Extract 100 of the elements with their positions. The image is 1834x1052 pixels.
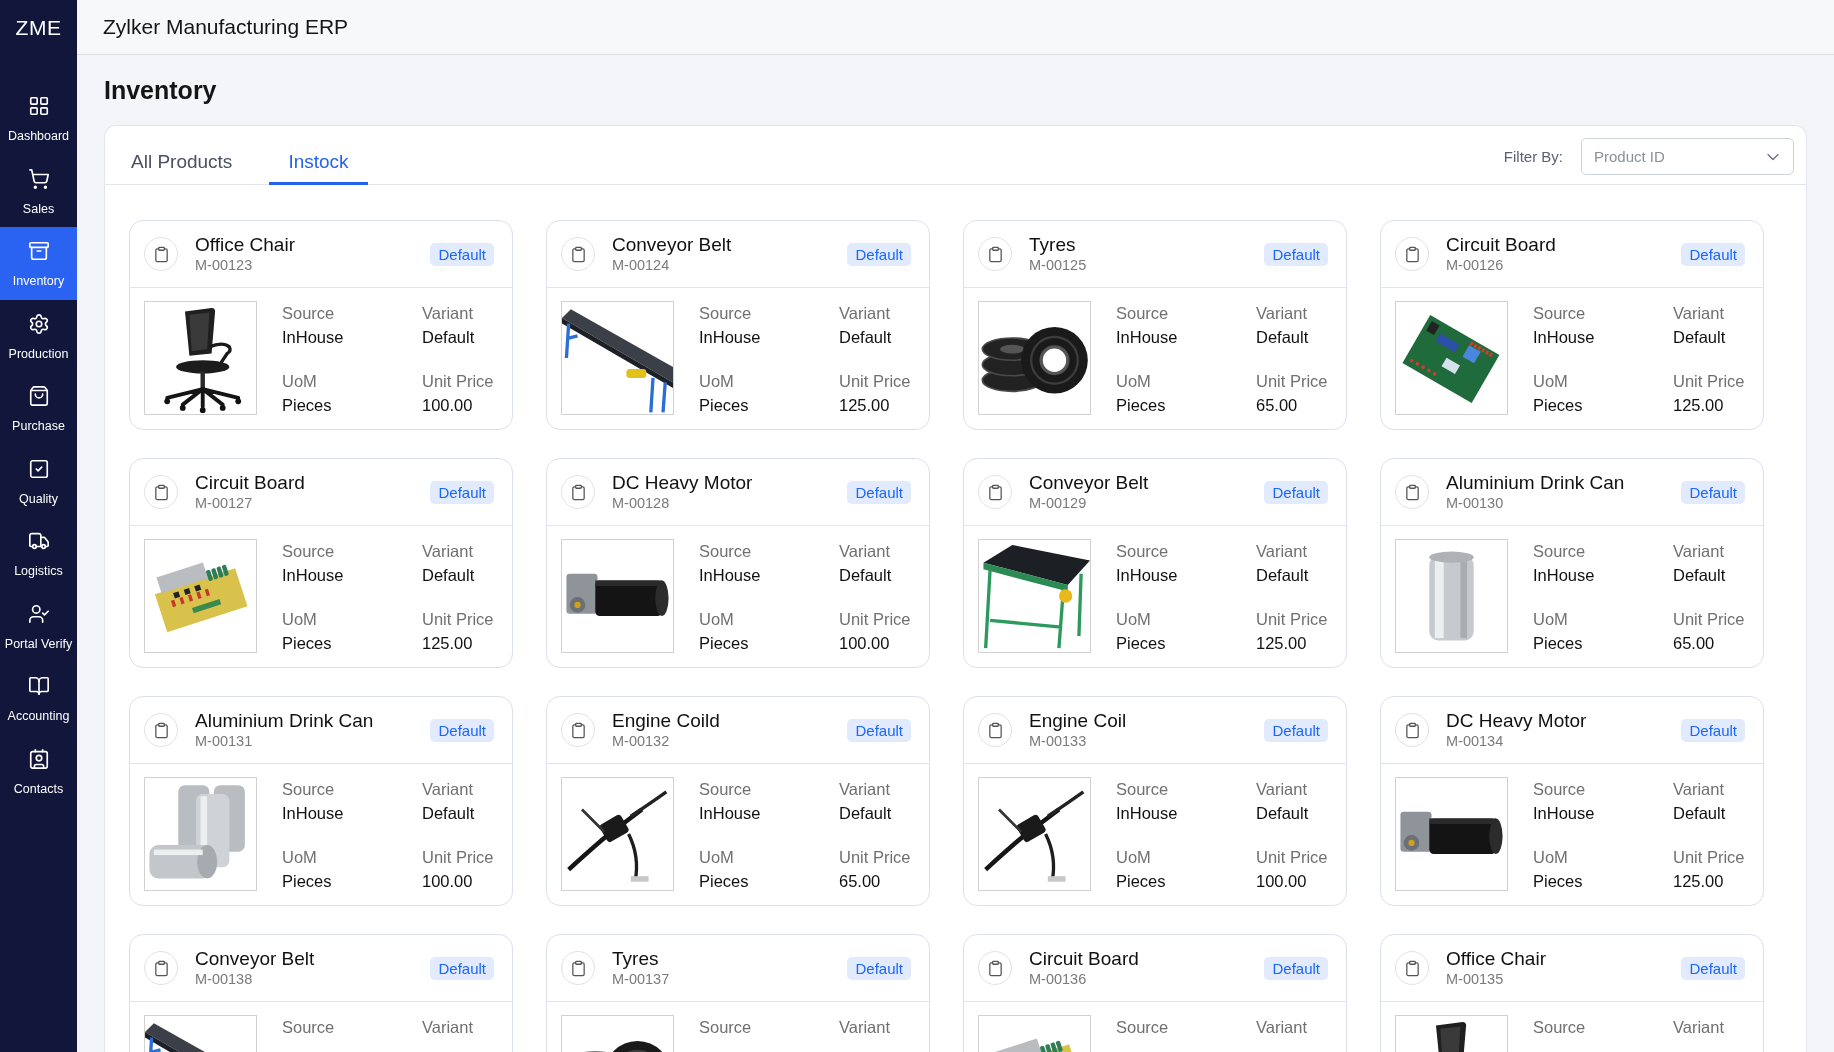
product-code: M-00136 <box>1029 970 1087 988</box>
sidebar-item[interactable]: Inventory <box>0 227 77 300</box>
field-label: Unit Price <box>422 847 494 868</box>
sidebar-item[interactable]: Quality <box>0 444 77 517</box>
field-label: Source <box>699 1017 752 1038</box>
field-value: InHouse <box>282 327 344 348</box>
open-book-icon <box>27 675 50 697</box>
field-label: Variant <box>1256 303 1308 324</box>
field-label: Variant <box>1673 779 1725 800</box>
product-card[interactable]: Engine Coild M-00132 Default Source InHouse Variant Default UoM Pieces Unit Price 65.00 <box>546 696 930 906</box>
variant-tag: Default <box>847 480 911 504</box>
variant-tag: Default <box>1681 480 1745 504</box>
variant-tag: Default <box>1681 242 1745 266</box>
product-card[interactable]: Tyres M-00125 Default Source InHouse Variant Default UoM Pieces Unit Price 65.00 <box>963 220 1347 430</box>
field-label: Variant <box>1256 779 1308 800</box>
sidebar-item[interactable]: Contacts <box>0 734 77 807</box>
field-value: Default <box>422 327 475 348</box>
filter-label: Filter By: <box>1503 148 1563 165</box>
field-value: InHouse <box>699 803 761 824</box>
field-value: InHouse <box>1533 327 1595 348</box>
field-value: Pieces <box>282 871 332 892</box>
field-label: Source <box>1533 779 1586 800</box>
sidebar-item[interactable]: Sales <box>0 154 77 227</box>
field-label: Source <box>282 541 335 562</box>
variant-tag: Default <box>1264 242 1328 266</box>
field-label: UoM <box>282 371 317 392</box>
product-code: M-00125 <box>1029 256 1087 274</box>
product-card[interactable]: Conveyor Belt M-00138 Default Source Variant <box>129 934 513 1052</box>
sidebar-item[interactable]: Production <box>0 299 77 372</box>
field-label: Source <box>1533 1017 1586 1038</box>
field-value: Pieces <box>1533 871 1583 892</box>
variant-tag: Default <box>847 242 911 266</box>
field-value: Default <box>839 803 892 824</box>
checkbox-icon <box>27 457 50 480</box>
field-value: InHouse <box>1533 803 1595 824</box>
field-label: UoM <box>699 609 734 630</box>
variant-tag: Default <box>1681 956 1745 980</box>
product-card[interactable]: Office Chair M-00135 Default Source Variant <box>1380 934 1764 1052</box>
field-value: 100.00 <box>422 395 473 416</box>
product-name: Aluminium Drink Can <box>195 710 374 732</box>
sidebar-item[interactable]: Dashboard <box>0 82 77 155</box>
page-title: Inventory <box>104 75 218 105</box>
sidebar-item[interactable]: Portal Verify <box>0 589 77 662</box>
product-card[interactable]: DC Heavy Motor M-00134 Default Source InHouse Variant Default UoM Pieces Unit Price 125.00 <box>1380 696 1764 906</box>
product-name: Engine Coil <box>1029 710 1127 732</box>
field-value: Pieces <box>1533 395 1583 416</box>
field-value: Default <box>1673 565 1726 586</box>
variant-tag: Default <box>1264 480 1328 504</box>
product-name: Tyres <box>612 948 659 970</box>
sidebar-item[interactable]: Accounting <box>0 662 77 735</box>
variant-tag: Default <box>430 480 494 504</box>
field-label: Variant <box>422 541 474 562</box>
field-value: Pieces <box>1116 871 1166 892</box>
field-label: Unit Price <box>839 847 911 868</box>
field-value: Default <box>1256 565 1309 586</box>
field-label: Source <box>1116 779 1169 800</box>
product-name: Engine Coild <box>612 710 720 732</box>
field-value: Pieces <box>1533 633 1583 654</box>
product-card[interactable]: Tyres M-00137 Default Source Variant <box>546 934 930 1052</box>
field-value: Default <box>422 803 475 824</box>
product-card[interactable]: Office Chair M-00123 Default Source InHouse Variant Default UoM Pieces Unit Price 100.00 <box>129 220 513 430</box>
product-name: Circuit Board <box>1446 234 1556 256</box>
field-label: UoM <box>1116 371 1151 392</box>
product-card[interactable]: Conveyor Belt M-00124 Default Source InHouse Variant Default UoM Pieces Unit Price 125.00 <box>546 220 930 430</box>
product-code: M-00132 <box>612 732 670 750</box>
product-name: DC Heavy Motor <box>1446 710 1587 732</box>
field-value: 100.00 <box>1256 871 1307 892</box>
product-card[interactable]: Engine Coil M-00133 Default Source InHouse Variant Default UoM Pieces Unit Price 100.00 <box>963 696 1347 906</box>
product-card[interactable]: Circuit Board M-00136 Default Source Variant <box>963 934 1347 1052</box>
field-value: 65.00 <box>1256 395 1298 416</box>
field-label: Source <box>699 779 752 800</box>
field-label: Variant <box>422 1017 474 1038</box>
field-label: Source <box>1116 541 1169 562</box>
field-label: Variant <box>1256 541 1308 562</box>
tab[interactable]: Instock <box>269 126 368 185</box>
product-card[interactable]: Conveyor Belt M-00129 Default Source InHouse Variant Default UoM Pieces Unit Price 125.00 <box>963 458 1347 668</box>
field-label: Unit Price <box>422 371 494 392</box>
variant-tag: Default <box>1681 718 1745 742</box>
product-name: Office Chair <box>195 234 295 256</box>
field-value: InHouse <box>699 565 761 586</box>
field-label: Source <box>699 303 752 324</box>
field-label: Unit Price <box>422 609 494 630</box>
product-code: M-00127 <box>195 494 253 512</box>
field-value: 125.00 <box>1256 633 1307 654</box>
product-card[interactable]: DC Heavy Motor M-00128 Default Source InHouse Variant Default UoM Pieces Unit Price 100.00 <box>546 458 930 668</box>
tab[interactable]: All Products <box>112 126 252 185</box>
field-label: Variant <box>1256 1017 1308 1038</box>
product-card[interactable]: Aluminium Drink Can M-00130 Default Source InHouse Variant Default UoM Pieces Unit Price 65.00 <box>1380 458 1764 668</box>
field-label: Unit Price <box>1673 609 1745 630</box>
product-code: M-00123 <box>195 256 253 274</box>
sidebar-item[interactable]: Purchase <box>0 372 77 445</box>
product-name: Conveyor Belt <box>1029 472 1149 494</box>
archive-box-icon <box>27 240 50 262</box>
product-card[interactable]: Aluminium Drink Can M-00131 Default Source InHouse Variant Default UoM Pieces Unit Price 100.00 <box>129 696 513 906</box>
sidebar-item[interactable]: Logistics <box>0 517 77 590</box>
product-card[interactable]: Circuit Board M-00127 Default Source InHouse Variant Default UoM Pieces Unit Price 125.00 <box>129 458 513 668</box>
field-label: Variant <box>839 541 891 562</box>
product-code: M-00131 <box>195 732 253 750</box>
product-card[interactable]: Circuit Board M-00126 Default Source InHouse Variant Default UoM Pieces Unit Price 125.00 <box>1380 220 1764 430</box>
field-label: Source <box>699 541 752 562</box>
